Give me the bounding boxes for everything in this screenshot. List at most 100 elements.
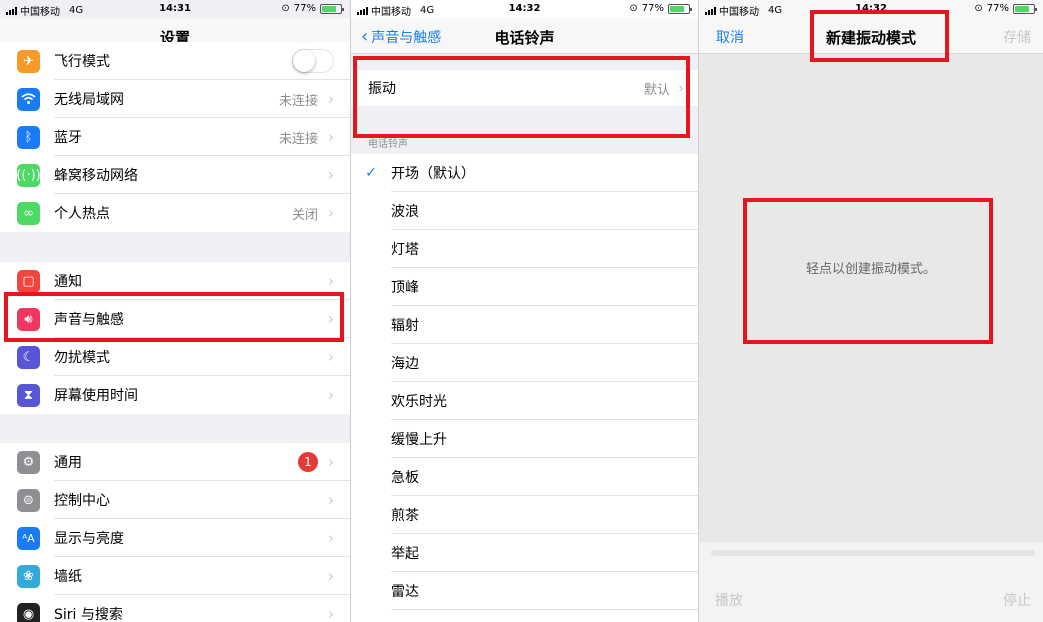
settings-panel: 中国移动 4G 14:31 ⊙ 77% 设置 ✈ 飞行模式 无线局域网 未连接 … [0, 0, 350, 622]
tone-label: 开场（默认） [391, 166, 475, 182]
settings-item-label: 个人热点 [54, 206, 110, 222]
settings-item-hotspot[interactable]: ∞ 个人热点 关闭 › [0, 194, 350, 232]
tone-label: 辐射 [391, 318, 419, 334]
settings-item-label: Siri 与搜索 [54, 607, 123, 622]
tone-item[interactable]: 煎茶 [351, 496, 698, 534]
chevron-right-icon: › [328, 529, 334, 547]
settings-item-label: 蜂窝移动网络 [54, 168, 138, 184]
playback-bar: 播放 停止 [699, 542, 1043, 622]
settings-item-label: 通知 [54, 274, 82, 290]
settings-item-airplane-mode[interactable]: ✈ 飞行模式 [0, 42, 350, 80]
rotation-lock-icon: ⊙ [281, 3, 290, 14]
nav-bar: ‹ 声音与触感 电话铃声 [351, 18, 698, 54]
highlight-box [810, 10, 949, 62]
battery-percent: 77% [986, 3, 1009, 14]
chevron-right-icon: › [328, 491, 334, 509]
battery-percent: 77% [641, 3, 664, 14]
settings-item-siri[interactable]: ◉ Siri 与搜索 › [0, 595, 350, 622]
settings-item-label: 屏幕使用时间 [54, 388, 138, 404]
settings-item-cellular[interactable]: ((·)) 蜂窝移动网络 › [0, 156, 350, 194]
tone-label: 煎茶 [391, 508, 419, 524]
settings-item-label: 控制中心 [54, 493, 110, 509]
hotspot-icon: ∞ [17, 201, 40, 225]
gear-icon: ⚙ [17, 450, 40, 474]
settings-item-wifi[interactable]: 无线局域网 未连接 › [0, 80, 350, 118]
chevron-right-icon: › [328, 453, 334, 471]
tone-item[interactable]: 灯塔 [351, 230, 698, 268]
tone-label: 波浪 [391, 204, 419, 220]
settings-item-label: 无线局域网 [54, 92, 124, 108]
settings-item-value: 关闭 [291, 207, 318, 223]
rotation-lock-icon: ⊙ [974, 3, 983, 14]
tone-item[interactable]: 缓慢上升 [351, 420, 698, 458]
ringtone-panel: 中国移动 4G 14:32 ⊙ 77% ‹ 声音与触感 电话铃声 振动 默认 ›… [350, 0, 698, 622]
airplane-mode-toggle[interactable] [292, 49, 334, 73]
checkmark-icon: ✓ [365, 165, 377, 181]
stop-button[interactable]: 停止 [1003, 590, 1031, 610]
page-title: 电话铃声 [494, 29, 555, 47]
chevron-right-icon: › [328, 348, 334, 366]
tone-item[interactable]: 举起 [351, 534, 698, 572]
settings-item-label: 墙纸 [54, 569, 82, 585]
chevron-right-icon: › [328, 272, 334, 290]
wallpaper-icon: ❀ [17, 564, 40, 588]
tone-item[interactable]: 急板 [351, 458, 698, 496]
chevron-right-icon: › [328, 605, 334, 622]
settings-item-display[interactable]: ᴬA 显示与亮度 › [0, 519, 350, 557]
control-center-icon: ⊜ [17, 488, 40, 512]
battery-icon [320, 3, 344, 14]
battery-icon [1013, 3, 1037, 14]
tone-item[interactable]: 雷达 [351, 572, 698, 610]
chevron-right-icon: › [328, 90, 334, 108]
settings-item-label: 飞行模式 [54, 54, 110, 70]
tone-label: 急板 [391, 470, 419, 486]
settings-item-bluetooth[interactable]: ᛒ 蓝牙 未连接 › [0, 118, 350, 156]
settings-item-general[interactable]: ⚙ 通用 1 › [0, 443, 350, 481]
settings-item-do-not-disturb[interactable]: ☾ 勿扰模式 › [0, 338, 350, 376]
tone-item[interactable]: 顶峰 [351, 268, 698, 306]
hourglass-icon: ⧗ [17, 383, 40, 407]
tone-label: 雷达 [391, 584, 419, 600]
settings-item-label: 勿扰模式 [54, 350, 110, 366]
tone-label: 海边 [391, 356, 419, 372]
tone-item[interactable]: ✓ 开场（默认） [351, 154, 698, 192]
play-button[interactable]: 播放 [715, 590, 743, 610]
tone-item[interactable]: 欢乐时光 [351, 382, 698, 420]
new-vibration-panel: 中国移动 4G 14:32 ⊙ 77% 取消 新建振动模式 存储 轻点以创建振动… [698, 0, 1043, 622]
battery-icon [668, 3, 692, 14]
settings-item-label: 蓝牙 [54, 130, 82, 146]
status-bar: 中国移动 4G 14:31 ⊙ 77% [0, 0, 350, 18]
highlight-box [743, 198, 993, 344]
chevron-right-icon: › [328, 166, 334, 184]
settings-item-control-center[interactable]: ⊜ 控制中心 › [0, 481, 350, 519]
tone-item[interactable]: 波浪 [351, 192, 698, 230]
tone-item[interactable]: 海边 [351, 344, 698, 382]
chevron-right-icon: › [328, 386, 334, 404]
settings-item-value: 未连接 [278, 131, 318, 147]
chevron-right-icon: › [328, 204, 334, 222]
siri-icon: ◉ [17, 602, 40, 622]
save-button[interactable]: 存储 [1003, 27, 1031, 47]
tone-label: 举起 [391, 546, 419, 562]
settings-item-wallpaper[interactable]: ❀ 墙纸 › [0, 557, 350, 595]
tone-item[interactable]: 辐射 [351, 306, 698, 344]
progress-track [711, 550, 1035, 556]
display-icon: ᴬA [17, 526, 40, 550]
tone-label: 欢乐时光 [391, 394, 447, 410]
tone-label: 缓慢上升 [391, 432, 447, 448]
battery-percent: 77% [293, 3, 316, 14]
settings-item-label: 显示与亮度 [54, 531, 124, 547]
settings-item-screen-time[interactable]: ⧗ 屏幕使用时间 › [0, 376, 350, 414]
moon-icon: ☾ [17, 345, 40, 369]
rotation-lock-icon: ⊙ [629, 3, 638, 14]
notification-icon: ▢ [17, 269, 40, 293]
highlight-box [4, 292, 344, 342]
tone-label: 顶峰 [391, 280, 419, 296]
chevron-right-icon: › [328, 567, 334, 585]
bluetooth-icon: ᛒ [17, 125, 40, 149]
settings-item-label: 通用 [54, 455, 82, 471]
chevron-right-icon: › [328, 128, 334, 146]
status-bar: 中国移动 4G 14:32 ⊙ 77% [351, 0, 698, 18]
settings-item-value: 未连接 [278, 93, 318, 109]
notification-badge: 1 [298, 452, 318, 472]
